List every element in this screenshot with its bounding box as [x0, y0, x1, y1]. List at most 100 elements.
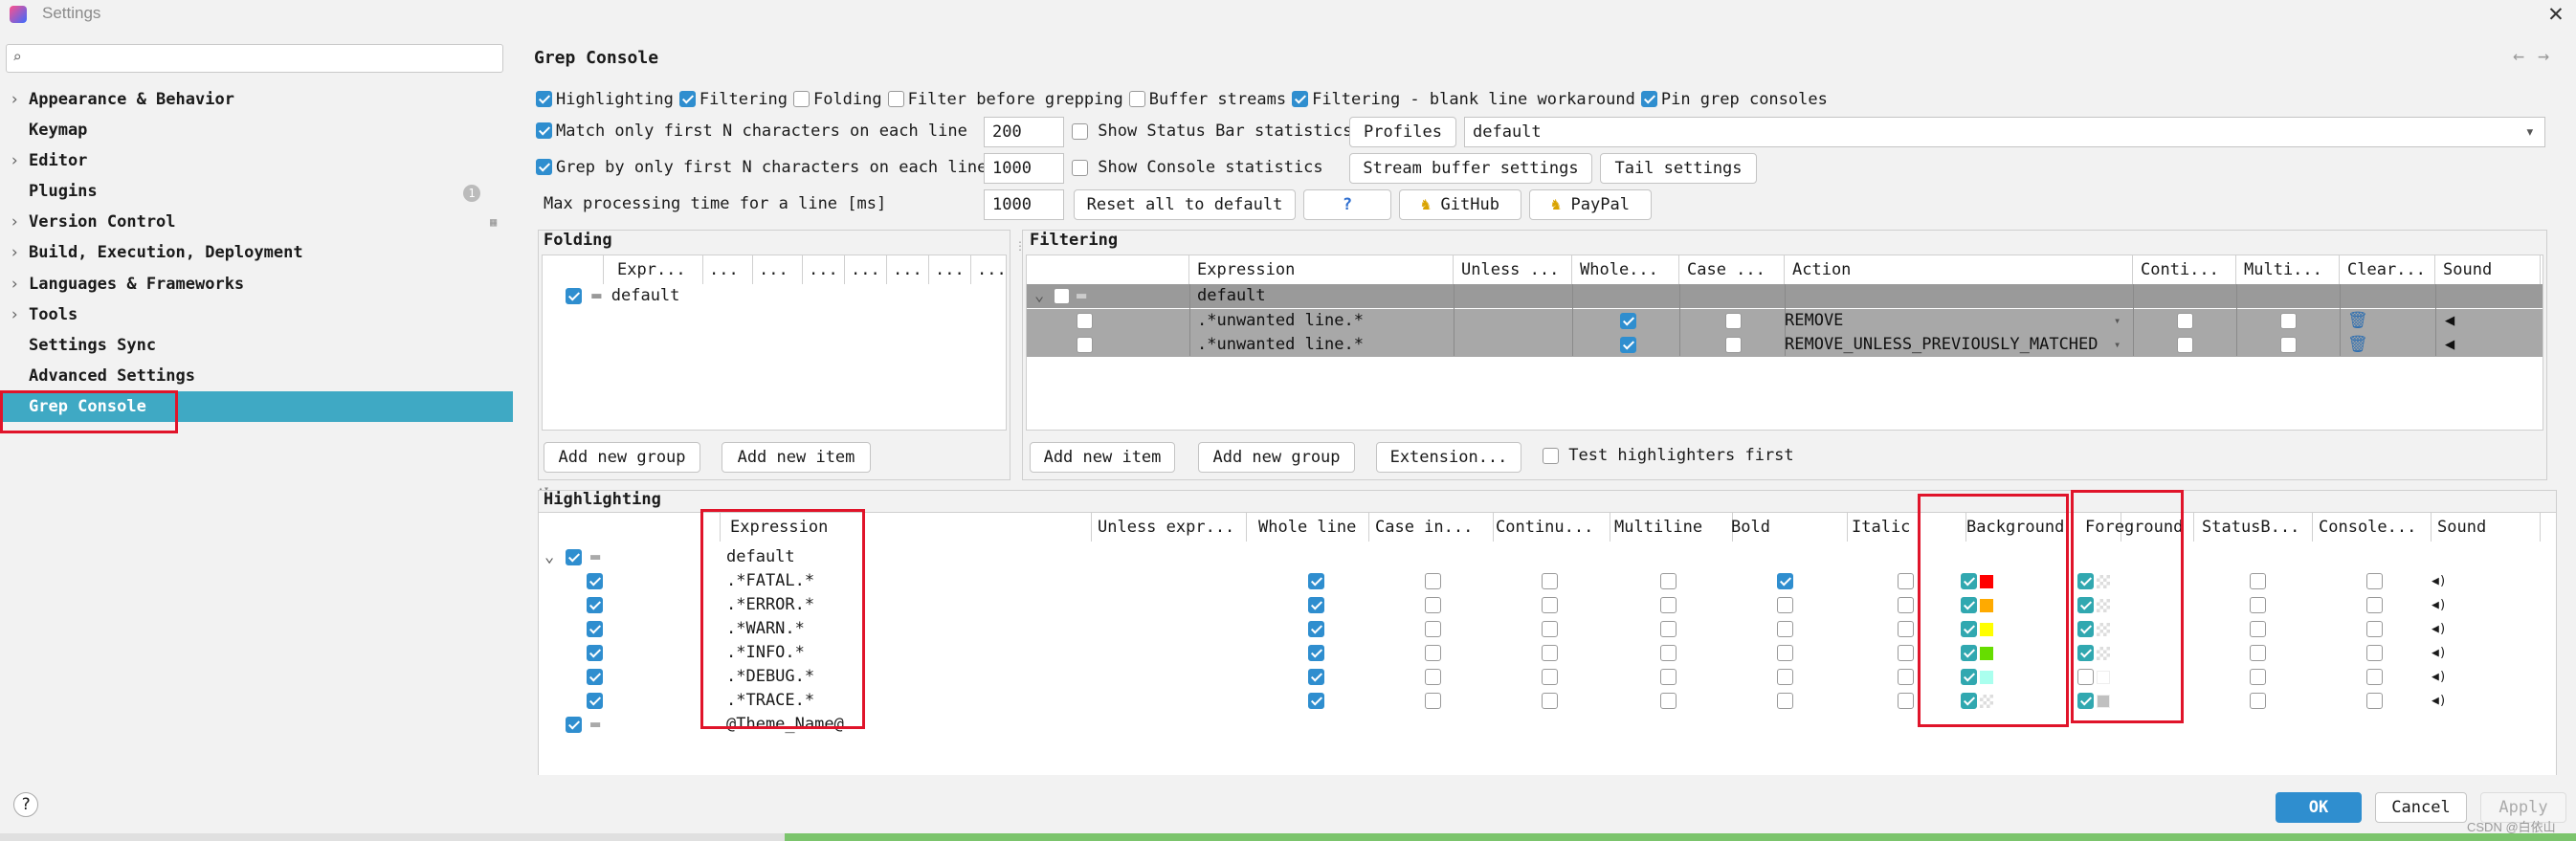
- speaker-icon[interactable]: ◀: [2445, 333, 2454, 357]
- highlighting-expression[interactable]: .*WARN.*: [726, 617, 805, 641]
- ok-button[interactable]: OK: [2276, 792, 2362, 823]
- highlighting-row[interactable]: .*DEBUG.* ◀): [539, 665, 2556, 689]
- grep-first-n-input[interactable]: 1000: [984, 153, 1064, 184]
- highlighting-row[interactable]: .*WARN.* ◀): [539, 617, 2556, 641]
- cancel-button[interactable]: Cancel: [2375, 792, 2467, 823]
- filtering-header[interactable]: Unless ...: [1454, 255, 1572, 284]
- folding-default-checkbox[interactable]: [566, 287, 582, 304]
- background-color-swatch[interactable]: [1980, 599, 1993, 612]
- option-filter-before-grepping[interactable]: Filter before grepping: [887, 90, 1123, 109]
- highlighting-fg-checkbox[interactable]: [2077, 645, 2094, 661]
- highlighting-italic-checkbox[interactable]: [1898, 573, 1914, 589]
- profile-select[interactable]: default ▾: [1464, 117, 2545, 147]
- highlighting-casein-checkbox[interactable]: [1425, 573, 1441, 589]
- highlighting-row[interactable]: .*ERROR.* ◀): [539, 593, 2556, 617]
- highlighting-bg-checkbox[interactable]: [1961, 597, 1977, 613]
- highlighting-casein-checkbox[interactable]: [1425, 669, 1441, 685]
- filtering-add-group-button[interactable]: Add new group: [1198, 442, 1355, 473]
- highlighting-console-checkbox[interactable]: [2366, 621, 2383, 637]
- highlighting-multi-checkbox[interactable]: [1660, 621, 1677, 637]
- filtering-expression[interactable]: .*unwanted line.*: [1197, 309, 1364, 333]
- highlighting-italic-checkbox[interactable]: [1898, 693, 1914, 709]
- highlighting-group-label[interactable]: @Theme_Name@: [726, 713, 844, 737]
- highlighting-status-checkbox[interactable]: [2250, 621, 2266, 637]
- highlighting-status-checkbox[interactable]: [2250, 669, 2266, 685]
- trash-icon[interactable]: 🗑: [2347, 333, 2368, 357]
- option-buffer-streams[interactable]: Buffer streams: [1128, 90, 1286, 109]
- highlighting-group-checkbox[interactable]: [566, 549, 582, 565]
- highlighting-expression[interactable]: .*ERROR.*: [726, 593, 814, 617]
- match-first-n-option[interactable]: Match only first N characters on each li…: [536, 122, 967, 141]
- highlighting-bold-checkbox[interactable]: [1777, 669, 1793, 685]
- highlighting-header[interactable]: Console...: [2317, 513, 2432, 542]
- filtering-case-checkbox[interactable]: [1725, 337, 1742, 353]
- filtering-header[interactable]: Multi...: [2236, 255, 2340, 284]
- highlighting-italic-checkbox[interactable]: [1898, 597, 1914, 613]
- highlighting-contin-checkbox[interactable]: [1542, 693, 1558, 709]
- folding-row-default[interactable]: ▬ default: [566, 284, 679, 308]
- highlighting-expression[interactable]: .*DEBUG.*: [726, 665, 814, 689]
- highlighting-bg-checkbox[interactable]: [1961, 669, 1977, 685]
- speaker-icon[interactable]: ◀): [2432, 593, 2447, 617]
- folding-header[interactable]: ...: [971, 255, 1006, 284]
- highlighting-casein-checkbox[interactable]: [1425, 597, 1441, 613]
- highlighting-bg-checkbox[interactable]: [1961, 573, 1977, 589]
- highlighting-group-checkbox[interactable]: [566, 717, 582, 733]
- highlighting-header[interactable]: Expression: [728, 513, 1092, 542]
- foreground-color-swatch[interactable]: [2097, 671, 2110, 684]
- background-color-swatch[interactable]: [1980, 671, 1993, 684]
- highlighting-expression[interactable]: .*TRACE.*: [726, 689, 814, 713]
- highlighting-group-label[interactable]: default: [726, 545, 795, 569]
- filtering-expression[interactable]: .*unwanted line.*: [1197, 333, 1364, 357]
- highlighting-whole-checkbox[interactable]: [1308, 645, 1324, 661]
- reset-all-button[interactable]: Reset all to default: [1074, 189, 1296, 220]
- highlighting-header[interactable]: Multiline: [1612, 513, 1733, 542]
- folding-header[interactable]: ...: [887, 255, 929, 284]
- folding-add-item-button[interactable]: Add new item: [722, 442, 871, 473]
- filtering-row-enabled-checkbox[interactable]: [1077, 313, 1093, 329]
- highlighting-multi-checkbox[interactable]: [1660, 669, 1677, 685]
- speaker-icon[interactable]: ◀): [2432, 689, 2447, 713]
- highlighting-whole-checkbox[interactable]: [1308, 693, 1324, 709]
- highlighting-table[interactable]: Expression Unless expr... Whole line Case i…: [538, 512, 2557, 776]
- sidebar-item-advanced-settings[interactable]: Advanced Settings: [0, 361, 513, 391]
- filtering-row-enabled-checkbox[interactable]: [1077, 337, 1093, 353]
- sidebar-item-settings-sync[interactable]: Settings Sync: [0, 330, 513, 361]
- highlighting-row[interactable]: .*TRACE.* ◀): [539, 689, 2556, 713]
- highlighting-casein-checkbox[interactable]: [1425, 621, 1441, 637]
- foreground-color-swatch[interactable]: [2097, 623, 2110, 636]
- highlighting-bg-checkbox[interactable]: [1961, 645, 1977, 661]
- stream-buffer-settings-button[interactable]: Stream buffer settings: [1349, 153, 1592, 184]
- filtering-header[interactable]: Clear...: [2340, 255, 2435, 284]
- grep-first-n-option[interactable]: Grep by only first N characters on each …: [536, 158, 987, 177]
- sidebar-item-keymap[interactable]: Keymap: [0, 115, 513, 145]
- highlighting-console-checkbox[interactable]: [2366, 645, 2383, 661]
- speaker-icon[interactable]: ◀): [2432, 665, 2447, 689]
- test-highlighters-checkbox[interactable]: [1543, 447, 1559, 464]
- highlighting-fg-checkbox[interactable]: [2077, 693, 2094, 709]
- option-folding[interactable]: Folding: [792, 90, 882, 109]
- highlighting-whole-checkbox[interactable]: [1308, 597, 1324, 613]
- highlighting-status-checkbox[interactable]: [2250, 693, 2266, 709]
- highlighting-expression[interactable]: .*INFO.*: [726, 641, 805, 665]
- sidebar-item-tools[interactable]: › Tools: [0, 299, 513, 330]
- background-color-swatch[interactable]: [1980, 623, 1993, 636]
- option-checkbox[interactable]: [1292, 90, 1309, 107]
- filtering-conti-checkbox[interactable]: [2177, 313, 2193, 329]
- filtering-action[interactable]: REMOVE_UNLESS_PREVIOUSLY_MATCHED: [1785, 333, 2099, 357]
- filtering-header[interactable]: Case ...: [1679, 255, 1785, 284]
- highlighting-status-checkbox[interactable]: [2250, 597, 2266, 613]
- help-icon[interactable]: ?: [13, 792, 38, 817]
- background-color-swatch[interactable]: [1980, 647, 1993, 660]
- highlighting-header[interactable]: Continu...: [1494, 513, 1610, 542]
- filtering-add-item-button[interactable]: Add new item: [1030, 442, 1175, 473]
- highlighting-whole-checkbox[interactable]: [1308, 669, 1324, 685]
- highlighting-row-enabled-checkbox[interactable]: [587, 669, 603, 685]
- highlighting-status-checkbox[interactable]: [2250, 573, 2266, 589]
- match-first-n-checkbox[interactable]: [536, 122, 552, 139]
- console-stats-checkbox[interactable]: [1072, 159, 1088, 176]
- highlighting-contin-checkbox[interactable]: [1542, 597, 1558, 613]
- highlighting-group-row[interactable]: ▬ @Theme_Name@: [539, 713, 2556, 737]
- profiles-button[interactable]: Profiles: [1349, 117, 1456, 147]
- speaker-icon[interactable]: ◀: [2445, 309, 2454, 333]
